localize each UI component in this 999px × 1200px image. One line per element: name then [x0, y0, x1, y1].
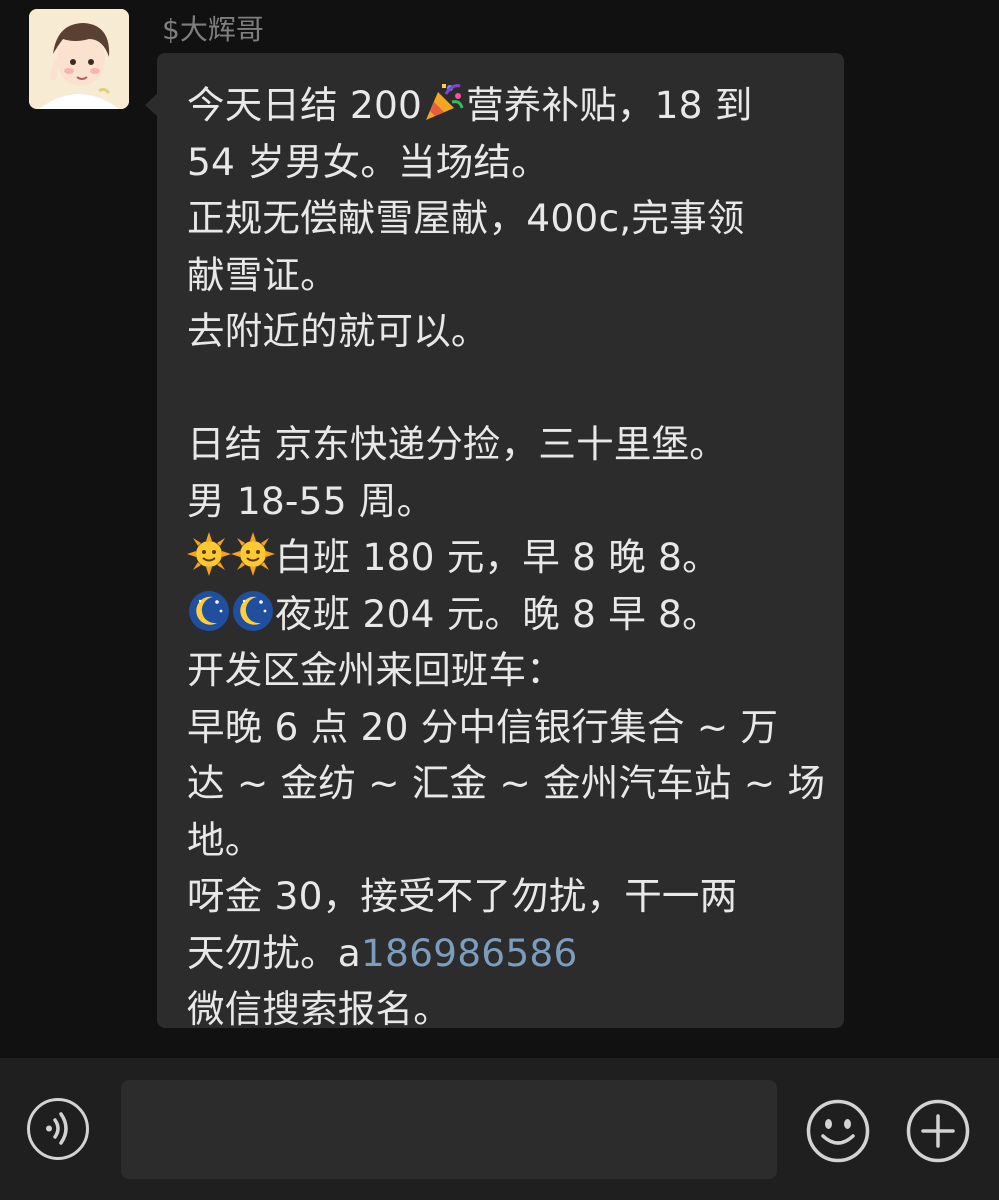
message-line: 天勿扰。a186986586 — [187, 925, 827, 982]
emoji-button[interactable] — [805, 1098, 871, 1164]
message-line: 早晚 6 点 20 分中信银行集合 ~ 万 — [187, 704, 779, 749]
message-line: 地。 — [187, 817, 263, 862]
voice-icon — [46, 1112, 68, 1145]
message-line: 开发区金州来回班车： — [187, 648, 564, 692]
message-line: 54 岁男女。当场结。 — [187, 139, 549, 184]
message-input[interactable] — [121, 1080, 777, 1179]
sun-with-face-icon — [231, 532, 275, 576]
message-line: 献雪证。 — [187, 252, 338, 297]
smiley-face-icon — [806, 1099, 870, 1163]
message-line-text: 今天日结 200 — [187, 83, 423, 127]
plus-button[interactable] — [905, 1098, 971, 1164]
message-line: 微信搜索报名。 — [187, 987, 451, 1031]
message-line: 男 18-55 周。 — [187, 478, 435, 523]
message-line-text: 营养补贴，18 到 — [466, 83, 753, 127]
message-line-text: 白班 180 元，早 8 晚 8。 — [275, 535, 720, 579]
message-text: 今天日结 200 营养补贴，18 到 54 岁男女。当场结。 正规无偿献雪屋献，… — [187, 77, 827, 1038]
message-line: 去附近的就可以。 — [187, 309, 489, 353]
voice-button[interactable] — [27, 1098, 89, 1160]
sun-with-face-icon — [187, 532, 231, 576]
message-line: 白班 180 元，早 8 晚 8。 — [187, 529, 827, 586]
plus-icon — [906, 1099, 970, 1163]
message-line: 呀金 30，接受不了勿扰，干一两 — [187, 874, 738, 918]
crescent-moon-with-stars-icon — [189, 590, 229, 631]
avatar-illustration — [29, 9, 129, 109]
message-line: 日结 京东快递分捡，三十里堡。 — [187, 422, 727, 466]
message-line: 今天日结 200 营养补贴，18 到 — [187, 77, 827, 134]
party-popper-icon — [426, 84, 464, 120]
message-line-text: 天勿扰。a — [187, 930, 361, 975]
message-bubble[interactable]: 今天日结 200 营养补贴，18 到 54 岁男女。当场结。 正规无偿献雪屋献，… — [157, 53, 844, 1031]
chat-area[interactable]: $大辉哥 今天日结 200 营养补贴，18 到 54 岁男女。当场结。 正规无偿… — [0, 0, 999, 1058]
sender-name: $大辉哥 — [162, 13, 264, 46]
sender-avatar[interactable] — [29, 9, 129, 109]
message-line: 正规无偿献雪屋献，400c,完事领 — [187, 196, 745, 240]
phone-number-link[interactable]: 186986586 — [361, 931, 578, 975]
message-line-text: 夜班 204 元。晚 8 早 8。 — [275, 591, 720, 636]
message-line: 达 ~ 金纺 ~ 汇金 ~ 金州汽车站 ~ 场 — [187, 761, 826, 805]
crescent-moon-with-stars-icon — [233, 590, 273, 631]
message-line: 夜班 204 元。晚 8 早 8。 — [187, 586, 827, 643]
